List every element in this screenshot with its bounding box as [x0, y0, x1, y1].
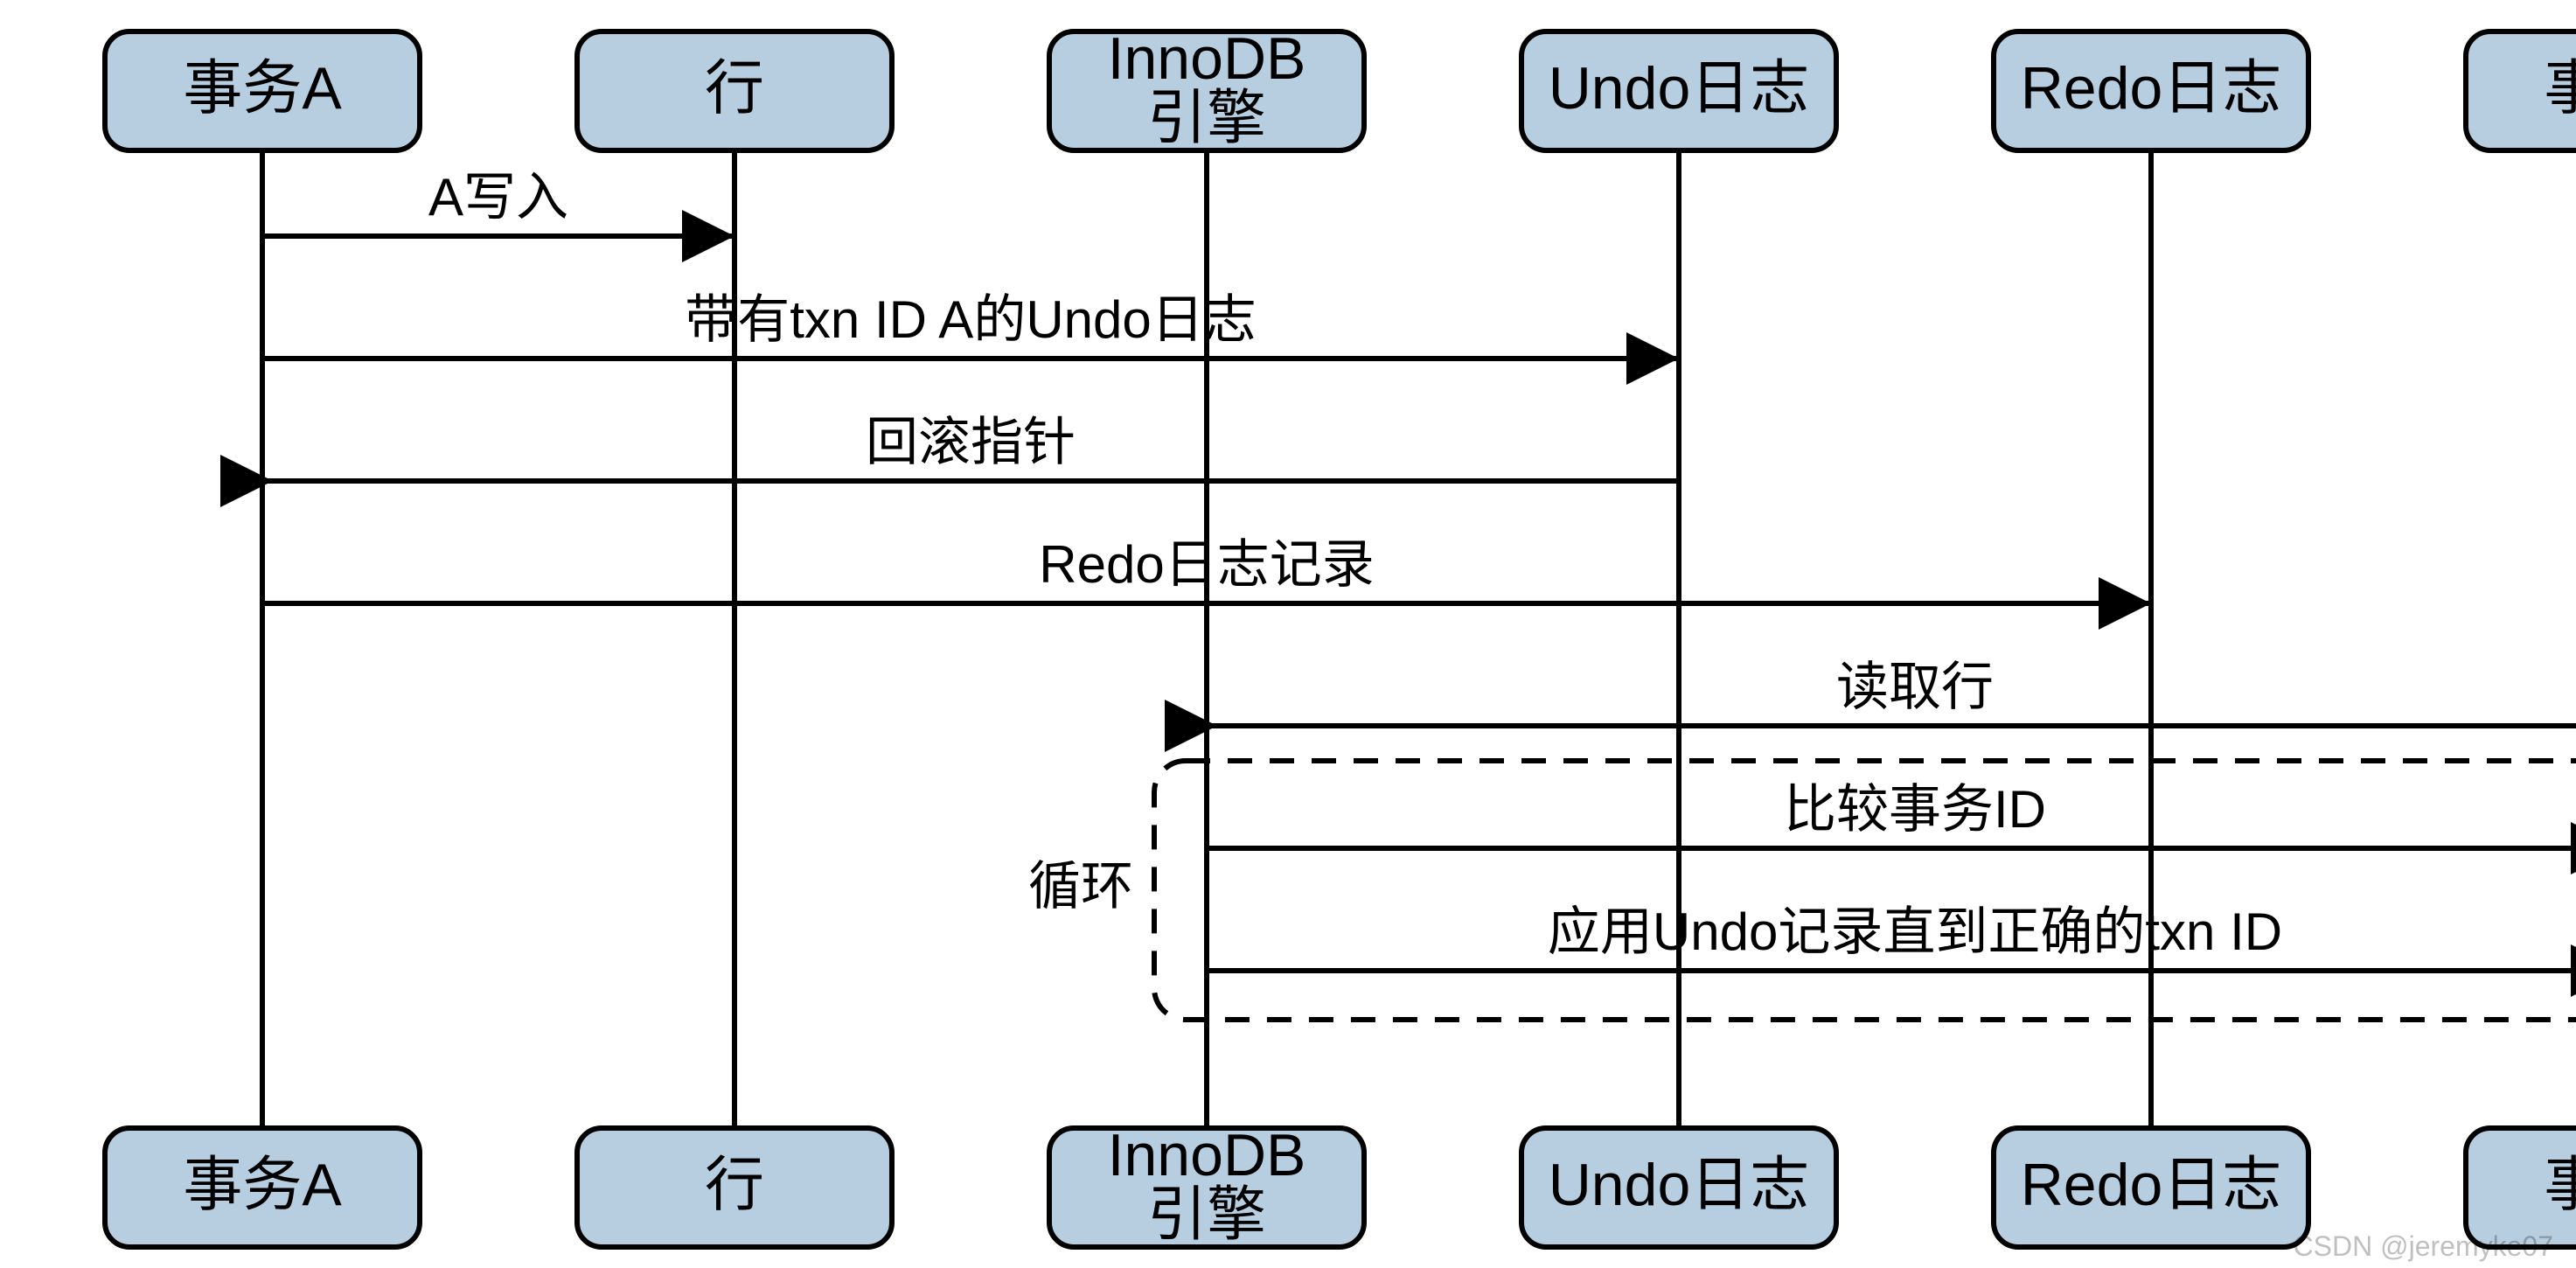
svg-text:应用Undo记录直到正确的txn ID: 应用Undo记录直到正确的txn ID	[1548, 902, 2282, 961]
svg-text:回滚指针: 回滚指针	[866, 413, 1076, 471]
svg-text:行: 行	[705, 55, 764, 122]
svg-text:Redo日志记录: Redo日志记录	[1039, 535, 1374, 594]
svg-text:行: 行	[705, 1152, 764, 1218]
svg-text:Undo日志: Undo日志	[1549, 1152, 1810, 1218]
svg-text:事务B: 事务B	[2544, 1152, 2576, 1218]
svg-text:读取行: 读取行	[1836, 658, 1994, 716]
svg-text:引擎: 引擎	[1147, 1181, 1266, 1248]
svg-text:Redo日志: Redo日志	[2021, 55, 2282, 122]
svg-text:引擎: 引擎	[1147, 85, 1266, 151]
svg-text:Undo日志: Undo日志	[1549, 55, 1810, 122]
svg-text:InnoDB: InnoDB	[1108, 1122, 1306, 1188]
svg-text:事务A: 事务A	[183, 1152, 342, 1218]
svg-text:比较事务ID: 比较事务ID	[1784, 780, 2046, 839]
svg-text:带有txn ID A的Undo日志: 带有txn ID A的Undo日志	[685, 290, 1257, 349]
loop-label: 循环	[1028, 857, 1133, 916]
sequence-diagram: A写入带有txn ID A的Undo日志回滚指针 Redo日志记录读取行比较事务I…	[0, 0, 2576, 1268]
svg-text:Redo日志: Redo日志	[2021, 1152, 2282, 1218]
watermark: CSDN @jeremyke07	[2294, 1230, 2553, 1262]
svg-text:事务A: 事务A	[183, 55, 342, 122]
svg-text:A写入: A写入	[428, 168, 568, 226]
svg-text:事务B: 事务B	[2544, 55, 2576, 122]
svg-text:InnoDB: InnoDB	[1108, 25, 1306, 92]
